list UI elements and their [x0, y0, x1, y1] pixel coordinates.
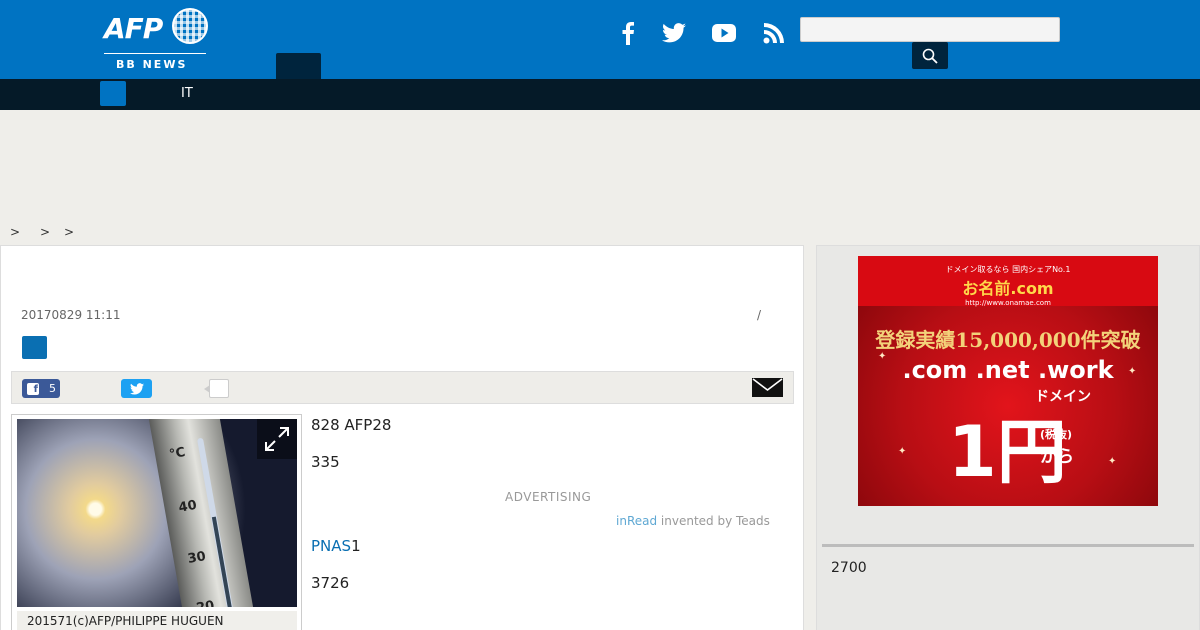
twitter-icon [662, 23, 686, 43]
thermometer-unit: °C [168, 445, 187, 463]
article-paragraph: 3726 [311, 574, 350, 592]
sparkle-icon: ✦ [898, 446, 907, 457]
article-paragraph: 335 [311, 453, 340, 471]
advertising-label: ADVERTISING [505, 490, 592, 504]
thermometer-mark: 20 [195, 598, 215, 607]
search-input[interactable] [800, 17, 1060, 42]
pnas-link[interactable]: PNAS [311, 537, 351, 555]
expand-icon[interactable] [257, 419, 297, 459]
sidebar: ドメイン取るなら 国内シェアNo.1 お名前.com http://www.on… [816, 245, 1200, 630]
facebook-share-button[interactable]: f 5 [22, 379, 60, 398]
photo-image[interactable]: °C 40 30 20 [17, 419, 297, 607]
logo-text: AFP [104, 12, 163, 45]
teads-credit: inRead invented by Teads [616, 514, 770, 528]
search-icon [922, 48, 938, 64]
ad-from-label: から [1040, 447, 1074, 467]
paragraph-text: 1 [351, 537, 361, 555]
ad-header: ドメイン取るなら 国内シェアNo.1 お名前.com http://www.on… [858, 256, 1158, 307]
article-date: 20170829 11:11 [21, 308, 121, 322]
youtube-link[interactable] [708, 16, 740, 50]
breadcrumb: > > > [10, 225, 74, 239]
facebook-icon: f [27, 382, 39, 395]
ad-top-text: ドメイン取るなら 国内シェアNo.1 [945, 265, 1071, 274]
afp-bb-news-logo[interactable]: AFP BB NEWS [104, 8, 208, 72]
thermometer-mark: 40 [177, 497, 198, 516]
search-button[interactable] [912, 42, 948, 69]
breadcrumb-separator: > [40, 225, 51, 239]
site-header: AFP BB NEWS [0, 0, 1200, 79]
globe-icon [172, 8, 208, 44]
sparkle-icon: ✦ [1108, 456, 1117, 467]
article-paragraph: PNAS1 [311, 537, 361, 555]
breadcrumb-separator: > [10, 225, 21, 239]
sidebar-divider [822, 544, 1194, 547]
facebook-link[interactable] [612, 16, 644, 50]
header-menu-tab[interactable] [276, 53, 321, 79]
thermometer-graphic: °C 40 30 20 [148, 419, 256, 607]
ad-tlds: .com .net .work [902, 356, 1114, 384]
nav-item-it[interactable]: IT [181, 86, 193, 101]
breadcrumb-separator: > [64, 225, 75, 239]
facebook-share-count: 5 [49, 382, 56, 395]
article-paragraph: 828 AFP28 [311, 416, 392, 434]
bookmark-count-button[interactable] [204, 379, 229, 398]
logo-divider [104, 53, 206, 54]
ad-brand: お名前.com [962, 279, 1054, 298]
main-nav: IT [0, 79, 1200, 110]
thermometer-mark: 30 [186, 549, 207, 567]
article-photo: °C 40 30 20 201571(c)AFP/PHILIPPE HUGUEN [11, 414, 302, 630]
facebook-icon [622, 22, 634, 45]
article-card: 20170829 11:11 / f 5 °C 40 30 20 2 [0, 245, 804, 630]
ad-headline: 登録実績15,000,000件突破 [875, 328, 1141, 352]
date-separator: / [757, 308, 762, 322]
category-tag[interactable] [22, 336, 47, 359]
twitter-link[interactable] [658, 16, 690, 50]
sidebar-text: 2700 [831, 560, 867, 576]
logo-subtitle: BB NEWS [116, 58, 188, 71]
expand-arrows-icon [265, 427, 289, 451]
twitter-share-button[interactable] [121, 379, 152, 398]
inread-link[interactable]: inRead [616, 514, 657, 528]
share-bar: f 5 [11, 371, 794, 404]
photo-caption: 201571(c)AFP/PHILIPPE HUGUEN [17, 611, 297, 630]
twitter-icon [129, 382, 144, 394]
nav-home-button[interactable] [100, 81, 126, 106]
youtube-icon [712, 24, 736, 42]
ad-tax-note: (税抜) [1040, 428, 1073, 441]
ad-url: http://www.onamae.com [965, 299, 1051, 307]
teads-text: invented by Teads [657, 514, 770, 528]
onamae-ad-banner[interactable]: ドメイン取るなら 国内シェアNo.1 お名前.com http://www.on… [858, 256, 1158, 506]
rss-link[interactable] [758, 16, 790, 50]
rss-icon [763, 23, 784, 44]
mail-icon[interactable] [752, 378, 783, 397]
